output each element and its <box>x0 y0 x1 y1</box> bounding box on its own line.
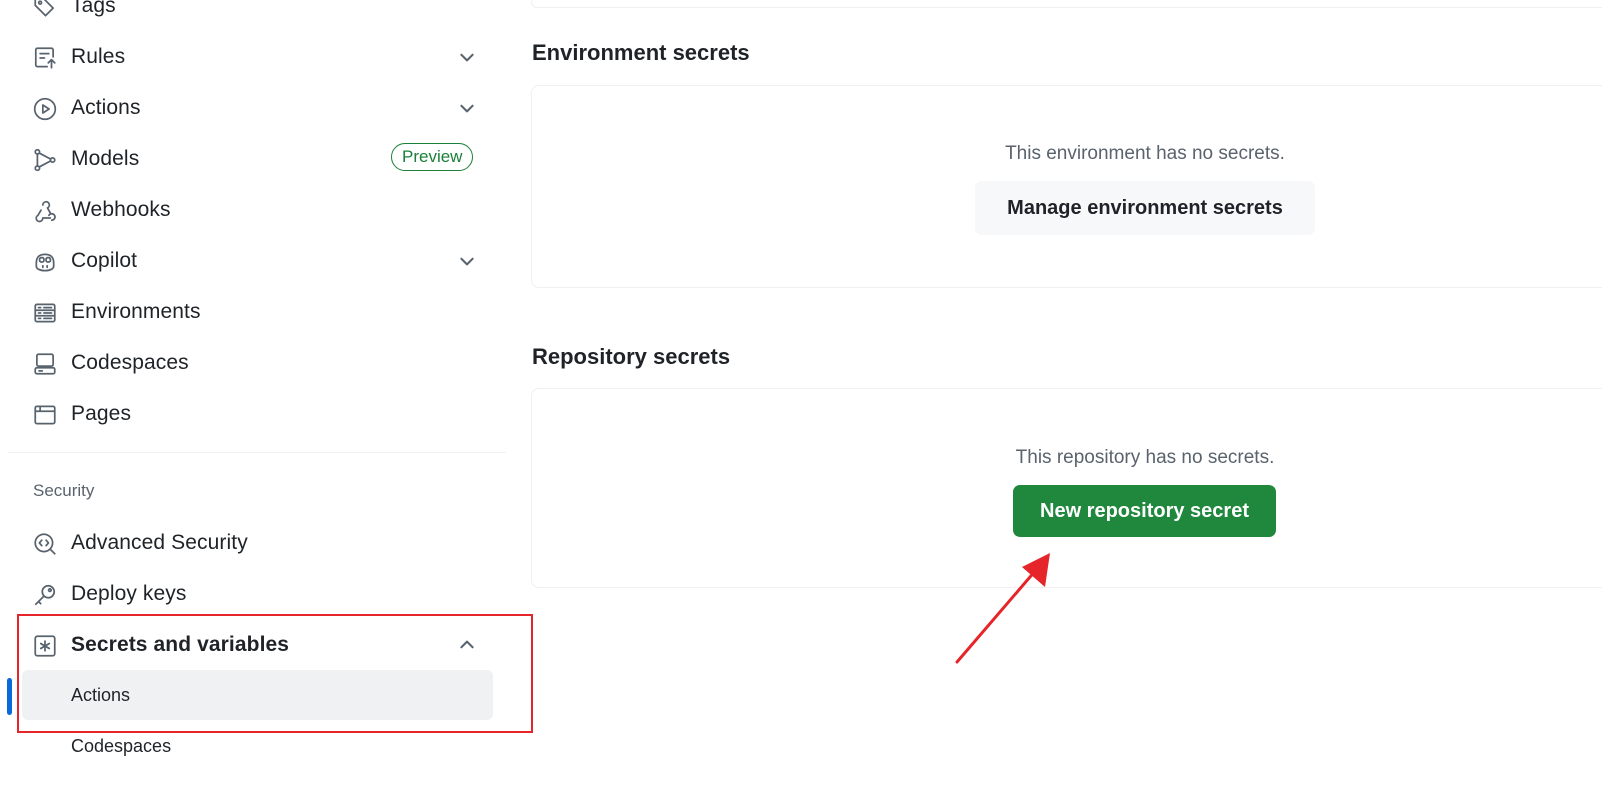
rules-icon <box>32 45 58 71</box>
environment-secrets-empty-text: This environment has no secrets. <box>1005 143 1285 164</box>
models-icon <box>32 147 58 173</box>
sidebar-item-pages[interactable]: Pages <box>14 392 494 436</box>
settings-sidebar: Tags Rules Actions Models Preview Webhoo… <box>0 0 533 798</box>
previous-card-edge <box>531 0 1602 8</box>
codespaces-icon <box>32 351 58 377</box>
copilot-icon <box>32 249 58 275</box>
chevron-down-icon[interactable] <box>458 252 476 270</box>
sidebar-item-rules[interactable]: Rules <box>14 35 494 79</box>
sidebar-item-label: Copilot <box>71 249 138 272</box>
tag-icon <box>32 0 58 20</box>
sidebar-divider <box>8 452 506 453</box>
sidebar-item-label: Rules <box>71 45 126 68</box>
new-repository-secret-button[interactable]: New repository secret <box>1013 485 1276 537</box>
sidebar-item-advanced-security[interactable]: Advanced Security <box>14 521 494 565</box>
chevron-down-icon[interactable] <box>458 48 476 66</box>
sidebar-item-label: Advanced Security <box>71 531 248 554</box>
repository-secrets-heading: Repository secrets <box>532 344 731 369</box>
active-item-indicator <box>7 678 12 715</box>
sidebar-item-label: Webhooks <box>71 198 171 221</box>
sidebar-item-label: Pages <box>71 402 132 425</box>
sidebar-item-label: Environments <box>71 300 201 323</box>
sidebar-item-actions[interactable]: Actions <box>14 86 494 130</box>
play-icon <box>32 96 58 122</box>
environment-secrets-heading: Environment secrets <box>532 40 750 65</box>
security-section-title: Security <box>33 481 95 500</box>
sidebar-item-models[interactable]: Models Preview <box>14 137 494 181</box>
sidebar-item-webhooks[interactable]: Webhooks <box>14 188 494 232</box>
sidebar-item-label: Actions <box>71 96 141 119</box>
key-icon <box>32 582 58 608</box>
sidebar-item-deploy-keys[interactable]: Deploy keys <box>14 572 494 616</box>
sidebar-item-label: Codespaces <box>71 351 189 374</box>
codescan-icon <box>32 531 58 557</box>
annotation-arrow-icon <box>955 553 1050 664</box>
sidebar-subitem-label: Codespaces <box>71 736 172 756</box>
sidebar-item-label: Deploy keys <box>71 582 187 605</box>
sidebar-item-label: Tags <box>71 0 116 17</box>
annotation-highlight-box <box>17 614 533 733</box>
sidebar-item-tags[interactable]: Tags <box>14 0 494 28</box>
sidebar-item-copilot[interactable]: Copilot <box>14 239 494 283</box>
chevron-down-icon[interactable] <box>458 99 476 117</box>
sidebar-item-label: Models <box>71 147 140 170</box>
preview-badge: Preview <box>391 143 474 171</box>
server-icon <box>32 300 58 326</box>
webhook-icon <box>32 198 58 224</box>
sidebar-item-codespaces[interactable]: Codespaces <box>14 341 494 385</box>
repository-secrets-empty-text: This repository has no secrets. <box>1015 447 1275 468</box>
browser-icon <box>32 402 58 428</box>
manage-environment-secrets-button[interactable]: Manage environment secrets <box>975 181 1315 235</box>
sidebar-item-environments[interactable]: Environments <box>14 290 494 334</box>
